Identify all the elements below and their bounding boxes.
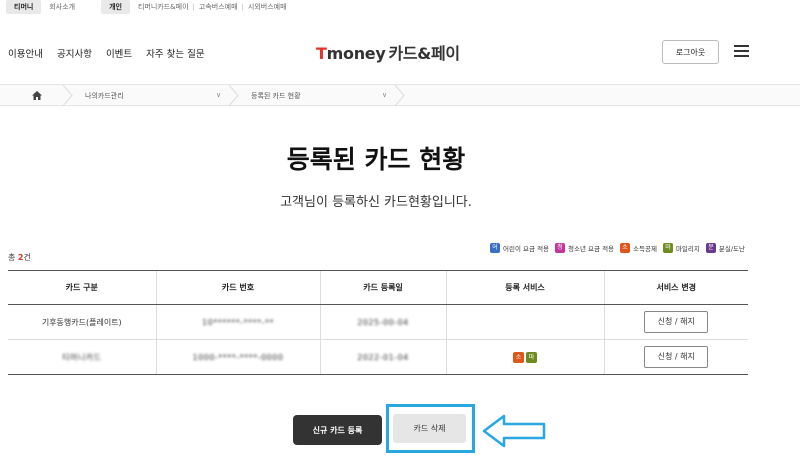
divider: |	[241, 3, 244, 11]
youth-fare-icon: 청	[555, 243, 566, 253]
breadcrumb-my-card[interactable]: 나의카드관리	[85, 91, 124, 101]
mileage-icon: 마	[526, 351, 537, 363]
card-type: 기후동행카드(플레이트)	[8, 304, 156, 340]
divider: |	[192, 3, 195, 11]
logo-card-pay: 카드&페이	[388, 44, 460, 63]
top-utility-bar: 티머니 회사소개 개인 티머니카드&페이 | 고속버스예매 | 시외버스예매	[0, 0, 800, 14]
breadcrumb-chevron-icon	[62, 85, 73, 106]
lost-stolen-icon: 분	[705, 243, 716, 253]
legend-label: 소득공제	[633, 245, 657, 253]
legend-label: 분실/도난	[718, 245, 745, 253]
home-icon[interactable]	[32, 91, 42, 100]
service-legend: 어 어린이 요금 적용 청 청소년 요금 적용 소 소득공제 마 마일리지 분 분실/도난	[487, 243, 745, 253]
card-number: 1000-****-****-0000	[155, 339, 320, 375]
legend-label: 어린이 요금 적용	[503, 245, 550, 253]
col-register-date: 카드 등록일	[319, 270, 446, 305]
breadcrumb-chevron-icon	[394, 85, 405, 106]
nav-faq[interactable]: 자주 찾는 질문	[146, 46, 204, 60]
pointer-arrow-icon	[482, 414, 546, 448]
card-table: 카드 구분 카드 번호 카드 등록일 등록 서비스 서비스 변경 기후동행카드(…	[8, 270, 748, 375]
intercity-bus-link[interactable]: 시외버스예매	[248, 2, 287, 12]
col-service-change: 서비스 변경	[603, 270, 748, 305]
breadcrumb-registered-cards[interactable]: 등록된 카드 현황	[251, 91, 301, 101]
tax-deduction-icon: 소	[620, 243, 631, 253]
personal-tab[interactable]: 개인	[101, 0, 130, 14]
page-subtitle: 고객님이 등록하신 카드현황입니다.	[280, 195, 472, 210]
breadcrumb: 나의카드관리 ∨ 등록된 카드 현황 ∨	[0, 84, 800, 106]
card-pay-link[interactable]: 티머니카드&페이	[138, 2, 189, 12]
total-count: 총 2건	[8, 253, 31, 262]
tmoney-logo[interactable]: Tmoney 카드&페이	[316, 40, 460, 64]
service-change-cell: 신청 / 해지	[603, 339, 748, 375]
tmoney-link[interactable]: 티머니	[6, 0, 42, 14]
chevron-down-icon[interactable]: ∨	[216, 91, 221, 99]
hamburger-menu-icon[interactable]	[734, 45, 749, 57]
highlight-box: 카드 삭제	[386, 404, 475, 453]
table-row: 기후동행카드(플레이트) 10******-****-** 2025-00-04…	[8, 304, 748, 340]
nav-notice[interactable]: 공지사항	[57, 46, 92, 60]
col-card-number: 카드 번호	[155, 270, 320, 305]
site-header: 이용안내 공지사항 이벤트 자주 찾는 질문 Tmoney 카드&페이 로그아웃	[0, 28, 800, 76]
table-row: 티머니카드 1000-****-****-0000 2022-01-04 소마 …	[8, 339, 748, 375]
apply-cancel-button[interactable]: 신청 / 해지	[644, 346, 709, 368]
mileage-icon: 마	[662, 243, 673, 253]
legend-label: 마일리지	[675, 245, 700, 253]
chevron-down-icon[interactable]: ∨	[382, 91, 387, 99]
express-bus-link[interactable]: 고속버스예매	[199, 2, 238, 12]
register-date: 2025-00-04	[319, 304, 446, 340]
personal-links: 개인 티머니카드&페이 | 고속버스예매 | 시외버스예매	[95, 0, 287, 14]
legend-label: 청소년 요금 적용	[568, 245, 615, 253]
logout-button[interactable]: 로그아웃	[662, 40, 719, 64]
col-services: 등록 서비스	[445, 270, 604, 305]
tax-deduction-icon: 소	[513, 351, 524, 363]
page-title: 등록된 카드 현황	[286, 145, 466, 174]
breadcrumb-chevron-icon	[228, 85, 239, 106]
table-header-row: 카드 구분 카드 번호 카드 등록일 등록 서비스 서비스 변경	[8, 270, 748, 305]
delete-card-button[interactable]: 카드 삭제	[393, 414, 466, 443]
child-fare-icon: 어	[490, 243, 501, 253]
logo-money: money	[326, 44, 386, 63]
nav-event[interactable]: 이벤트	[106, 46, 132, 60]
registered-services: 소마	[445, 339, 604, 375]
registered-services	[445, 304, 604, 340]
register-new-card-button[interactable]: 신규 카드 등록	[293, 415, 382, 445]
service-change-cell: 신청 / 해지	[603, 304, 748, 340]
card-type: 티머니카드	[8, 339, 156, 375]
register-date: 2022-01-04	[319, 339, 446, 375]
col-card-type: 카드 구분	[8, 270, 156, 305]
logo-t: T	[316, 44, 327, 63]
main-nav: 이용안내 공지사항 이벤트 자주 찾는 질문	[8, 46, 205, 60]
card-number: 10******-****-**	[155, 304, 320, 340]
apply-cancel-button[interactable]: 신청 / 해지	[644, 311, 709, 333]
nav-guide[interactable]: 이용안내	[8, 46, 43, 60]
company-link[interactable]: 회사소개	[49, 2, 75, 12]
